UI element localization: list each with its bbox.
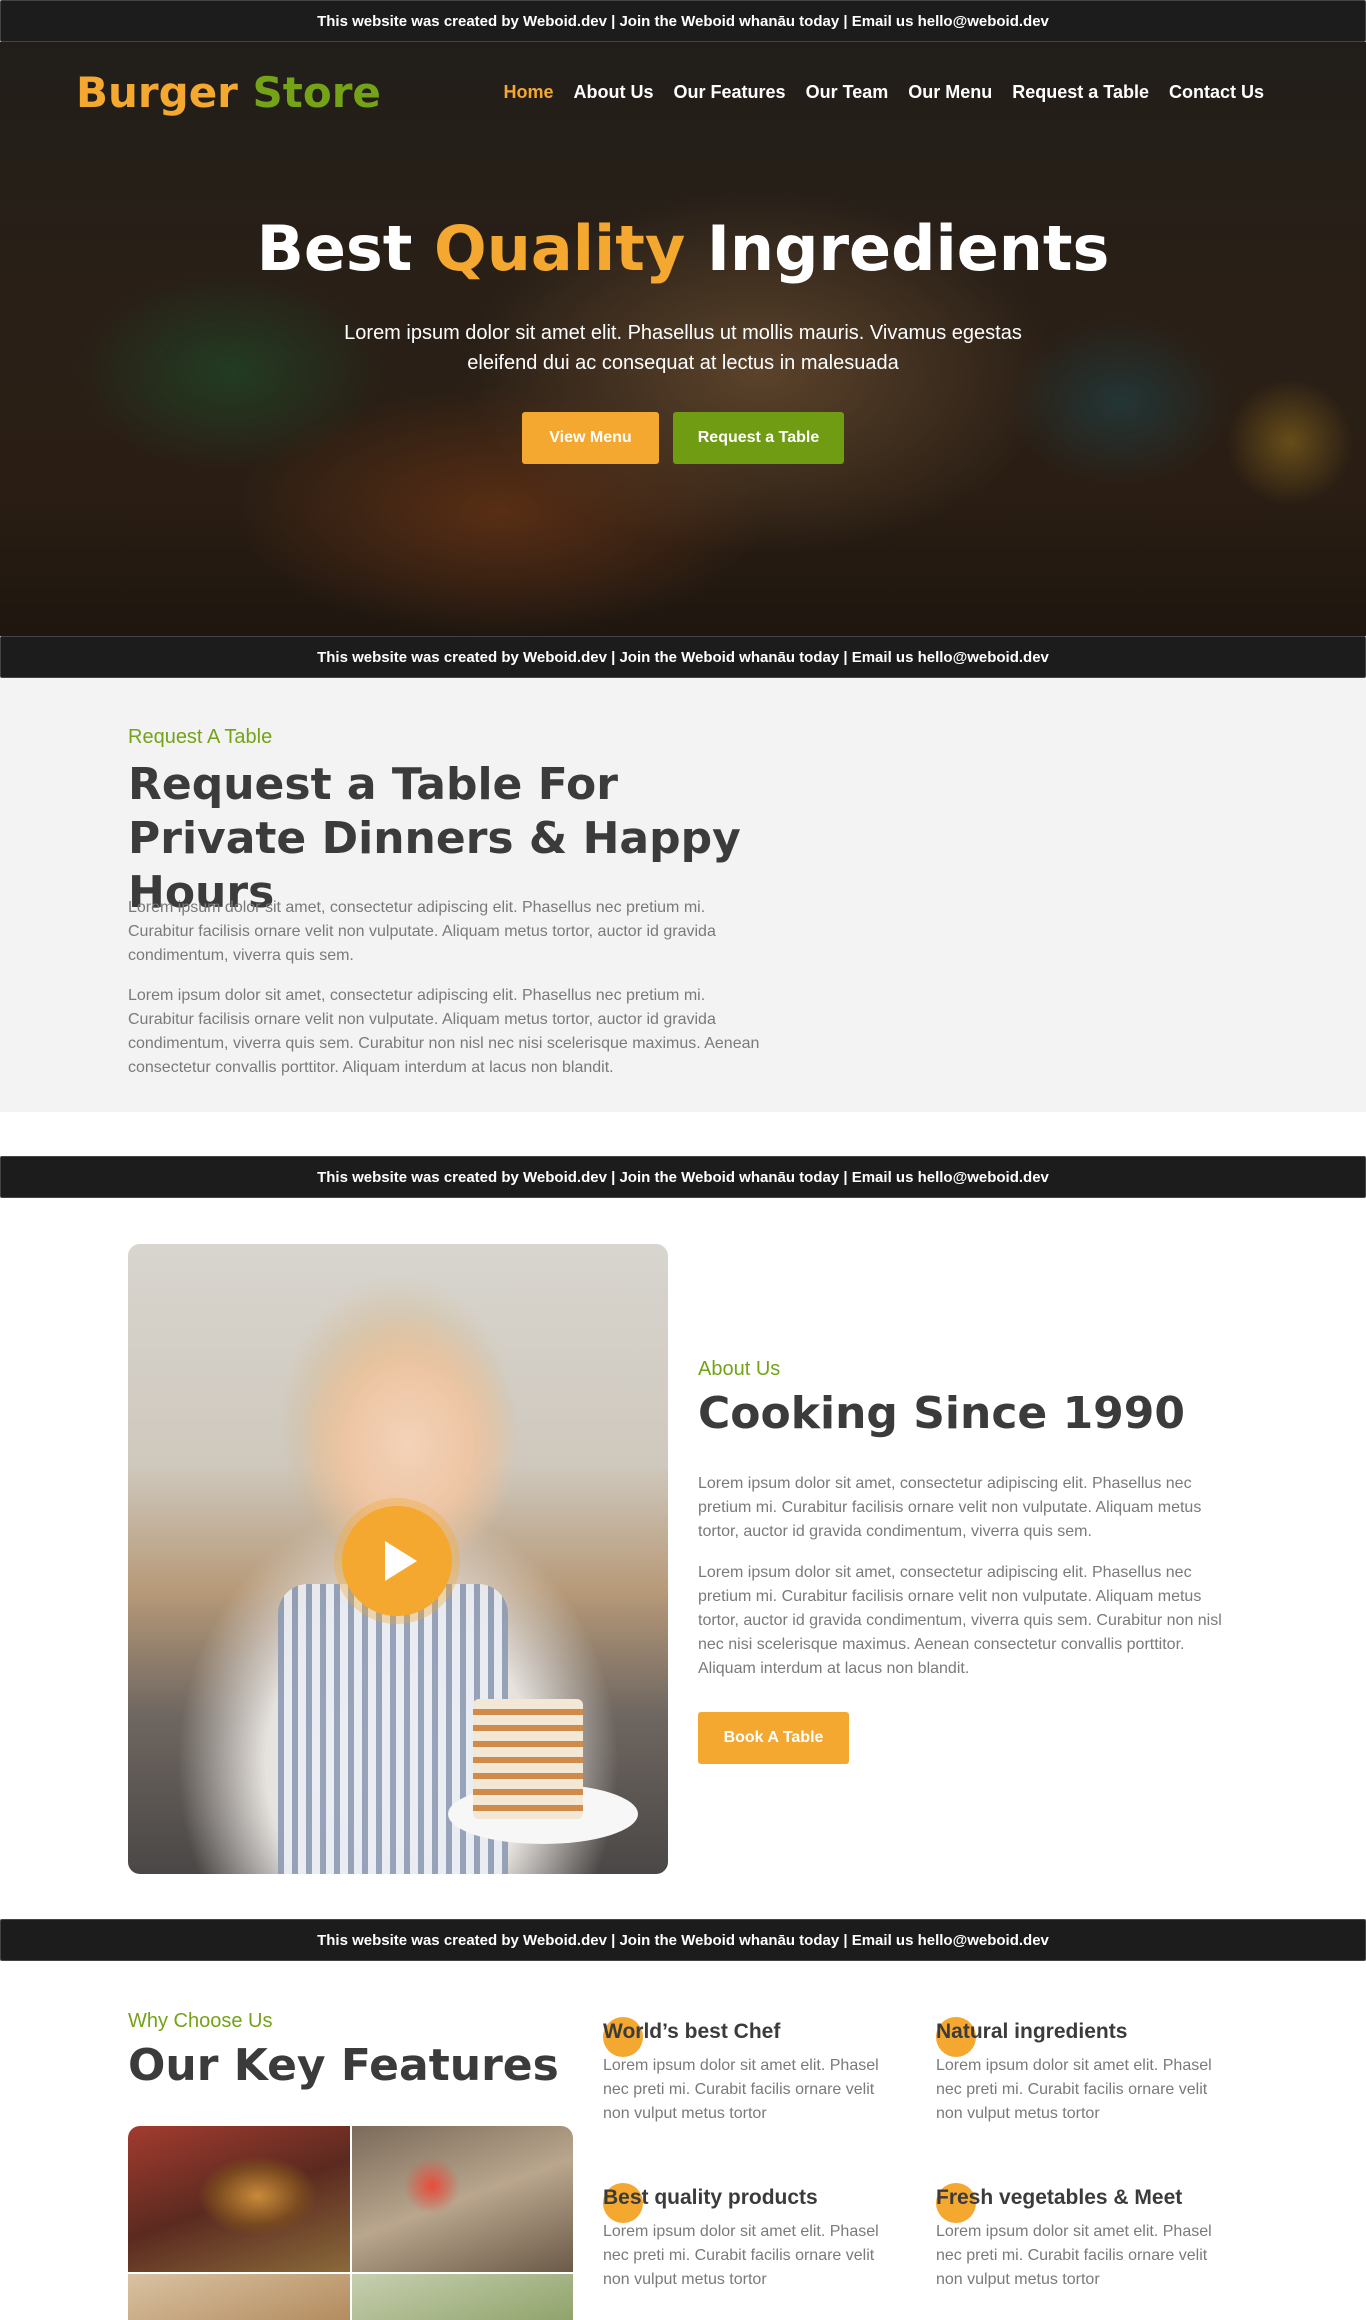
hero-section: Burger Store Home About Us Our Features … xyxy=(0,42,1366,636)
hero-title-part1: Best xyxy=(256,212,413,285)
feature-item: Best quality products Lorem ipsum dolor … xyxy=(603,2183,903,2292)
nav-home[interactable]: Home xyxy=(504,82,554,103)
logo-word-store: Store xyxy=(252,68,381,117)
request-eyebrow: Request A Table xyxy=(128,726,273,748)
hero-title-part2: Ingredients xyxy=(706,212,1110,285)
banner-text: This website was created by Weboid.dev |… xyxy=(317,1931,1049,1949)
main-nav: Home About Us Our Features Our Team Our … xyxy=(504,82,1264,103)
feature-item: World’s best Chef Lorem ipsum dolor sit … xyxy=(603,2017,903,2126)
weboid-banner: This website was created by Weboid.dev |… xyxy=(0,1919,1366,1961)
food-photo-3 xyxy=(128,2274,350,2320)
about-eyebrow: About Us xyxy=(698,1358,781,1380)
feature-text: Lorem ipsum dolor sit amet elit. Phasel … xyxy=(603,2057,879,2122)
feature-item: Natural ingredients Lorem ipsum dolor si… xyxy=(936,2017,1236,2126)
chef-photo xyxy=(128,1244,668,1874)
feature-item: Fresh vegetables & Meet Lorem ipsum dolo… xyxy=(936,2183,1236,2292)
nav-request-table[interactable]: Request a Table xyxy=(1012,82,1149,103)
features-title: Our Key Features xyxy=(128,2040,559,2091)
cake-shape xyxy=(473,1699,583,1819)
request-paragraph-2: Lorem ipsum dolor sit amet, consectetur … xyxy=(128,987,760,1076)
feature-title: Natural ingredients xyxy=(936,2020,1128,2043)
banner-text: This website was created by Weboid.dev |… xyxy=(317,12,1049,30)
logo-word-burger: Burger xyxy=(76,68,238,117)
book-table-button[interactable]: Book A Table xyxy=(698,1712,849,1764)
feature-title: Fresh vegetables & Meet xyxy=(936,2186,1183,2209)
about-paragraph-1: Lorem ipsum dolor sit amet, consectetur … xyxy=(698,1475,1202,1540)
feature-text: Lorem ipsum dolor sit amet elit. Phasel … xyxy=(936,2223,1212,2288)
request-paragraph-1: Lorem ipsum dolor sit amet, consectetur … xyxy=(128,899,716,964)
feature-text: Lorem ipsum dolor sit amet elit. Phasel … xyxy=(936,2057,1212,2122)
nav-our-features[interactable]: Our Features xyxy=(674,82,786,103)
weboid-banner: This website was created by Weboid.dev |… xyxy=(0,0,1366,42)
feature-text: Lorem ipsum dolor sit amet elit. Phasel … xyxy=(603,2223,879,2288)
drinks-photo xyxy=(351,2126,573,2272)
food-photo-4 xyxy=(351,2274,573,2320)
features-eyebrow: Why Choose Us xyxy=(128,2010,273,2032)
banner-text: This website was created by Weboid.dev |… xyxy=(317,1168,1049,1186)
burger-photo xyxy=(128,2126,350,2272)
banner-text: This website was created by Weboid.dev |… xyxy=(317,648,1049,666)
request-table-button[interactable]: Request a Table xyxy=(673,412,844,464)
nav-about-us[interactable]: About Us xyxy=(574,82,654,103)
hero-title: Best Quality Ingredients xyxy=(0,212,1366,285)
features-food-collage xyxy=(128,2126,573,2320)
nav-our-team[interactable]: Our Team xyxy=(806,82,889,103)
nav-our-menu[interactable]: Our Menu xyxy=(908,82,992,103)
feature-title: Best quality products xyxy=(603,2186,818,2209)
play-icon xyxy=(385,1541,417,1581)
about-title: Cooking Since 1990 xyxy=(698,1388,1186,1439)
about-paragraph-2: Lorem ipsum dolor sit amet, consectetur … xyxy=(698,1564,1222,1677)
weboid-banner: This website was created by Weboid.dev |… xyxy=(0,1156,1366,1198)
nav-contact-us[interactable]: Contact Us xyxy=(1169,82,1264,103)
logo[interactable]: Burger Store xyxy=(76,68,381,117)
feature-title: World’s best Chef xyxy=(603,2020,781,2043)
play-video-button[interactable] xyxy=(342,1506,452,1616)
hero-subtitle: Lorem ipsum dolor sit amet elit. Phasell… xyxy=(344,322,1022,374)
hero-title-highlight: Quality xyxy=(434,212,686,285)
view-menu-button[interactable]: View Menu xyxy=(522,412,659,464)
weboid-banner: This website was created by Weboid.dev |… xyxy=(0,636,1366,678)
request-table-section: Request A Table Request a Table For Priv… xyxy=(0,678,1366,1112)
